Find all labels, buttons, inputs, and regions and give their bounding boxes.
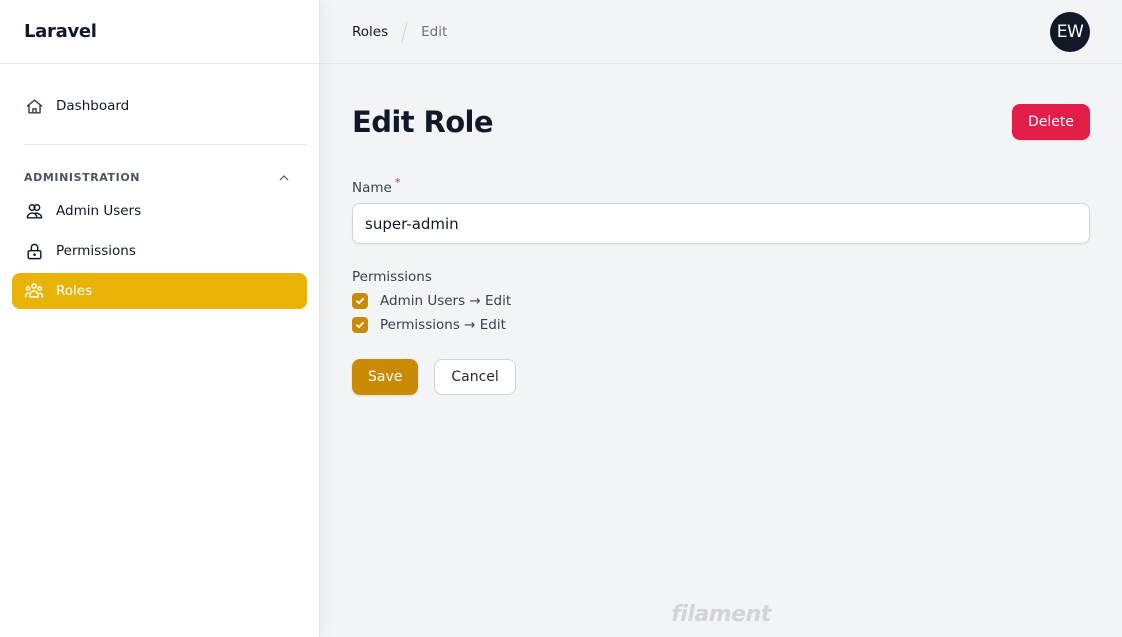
breadcrumb-roles[interactable]: Roles: [352, 24, 388, 40]
chevron-up-icon[interactable]: [279, 171, 289, 184]
sidebar-item-label: Admin Users: [56, 203, 142, 219]
sidebar-item-dashboard[interactable]: Dashboard: [12, 88, 307, 124]
sidebar: Laravel Dashboard ADMINISTRATION Admin U…: [0, 0, 320, 637]
home-icon: [24, 96, 44, 116]
cancel-button[interactable]: Cancel: [434, 359, 516, 395]
filament-logo: filament: [671, 602, 771, 627]
brand-logo[interactable]: Laravel: [0, 0, 319, 64]
save-button[interactable]: Save: [352, 359, 419, 395]
check-icon: [356, 297, 364, 305]
checkbox-permissions-edit[interactable]: [352, 317, 368, 333]
sidebar-item-label: Dashboard: [56, 98, 130, 114]
name-input[interactable]: [352, 203, 1090, 244]
users-icon: [24, 201, 44, 221]
form-actions: Save Cancel: [352, 359, 1090, 395]
breadcrumb: Roles Edit: [352, 20, 448, 43]
main-content: Edit Role Delete Name * Permissions Admi…: [352, 64, 1090, 395]
user-avatar[interactable]: EW: [1050, 11, 1090, 52]
lock-icon: [24, 241, 44, 261]
sidebar-nav: Dashboard ADMINISTRATION Admin Users Per…: [0, 64, 319, 309]
name-label-text: Name: [352, 180, 392, 196]
nav-group-label: ADMINISTRATION: [24, 170, 141, 184]
checkbox-admin-users-edit[interactable]: [352, 293, 368, 309]
sidebar-item-roles[interactable]: Roles: [12, 273, 307, 309]
topbar: Roles Edit EW: [320, 0, 1122, 64]
page-header: Edit Role Delete: [352, 104, 1090, 140]
permission-option[interactable]: Permissions → Edit: [352, 317, 1090, 333]
permission-option-label: Admin Users → Edit: [380, 293, 512, 309]
delete-button[interactable]: Delete: [1012, 104, 1090, 140]
sidebar-item-label: Permissions: [56, 243, 136, 259]
permission-option[interactable]: Admin Users → Edit: [352, 293, 1090, 309]
required-mark: *: [394, 176, 401, 189]
nav-group-administration[interactable]: ADMINISTRATION: [12, 165, 307, 189]
edit-role-form: Name * Permissions Admin Users → Edit Pe…: [352, 176, 1090, 395]
sidebar-item-permissions[interactable]: Permissions: [12, 233, 307, 269]
user-group-icon: [24, 281, 44, 301]
permissions-label: Permissions: [352, 269, 432, 285]
name-field-label: Name *: [352, 176, 1090, 196]
sidebar-item-admin-users[interactable]: Admin Users: [12, 193, 307, 229]
sidebar-item-label: Roles: [56, 283, 93, 299]
nav-divider: [24, 144, 307, 145]
permission-option-label: Permissions → Edit: [380, 317, 506, 333]
breadcrumb-separator: [401, 20, 408, 43]
breadcrumb-edit: Edit: [421, 23, 448, 40]
page-title: Edit Role: [352, 105, 494, 139]
check-icon: [356, 321, 364, 329]
